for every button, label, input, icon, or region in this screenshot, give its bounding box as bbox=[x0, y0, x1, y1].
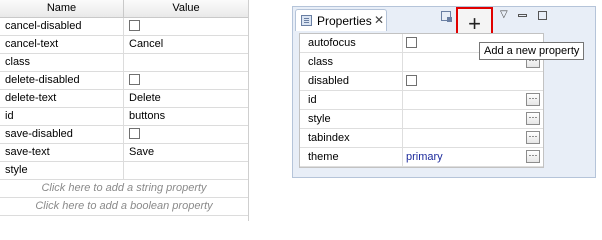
properties-view: Properties ✕ + ▽ autofocus class ··· disabl… bbox=[292, 6, 596, 178]
checkbox[interactable] bbox=[129, 127, 140, 139]
table-row[interactable]: tabindex ··· bbox=[300, 129, 543, 148]
property-checkbox-cell[interactable] bbox=[403, 72, 543, 90]
property-checkbox-cell[interactable] bbox=[124, 126, 248, 143]
add-string-property[interactable]: Click here to add a string property bbox=[0, 180, 248, 198]
tab-label: Properties bbox=[317, 14, 372, 28]
property-value-text: primary bbox=[406, 151, 443, 163]
tab-properties[interactable]: Properties ✕ bbox=[295, 9, 387, 31]
table-row[interactable]: cancel-disabled bbox=[0, 18, 248, 36]
name-column-header[interactable]: Name bbox=[0, 0, 124, 17]
properties-icon bbox=[301, 15, 312, 26]
checkbox[interactable] bbox=[406, 36, 417, 48]
add-boolean-property[interactable]: Click here to add a boolean property bbox=[0, 198, 248, 216]
property-checkbox-cell[interactable] bbox=[124, 72, 248, 89]
property-name: class bbox=[300, 53, 403, 71]
property-name: cancel-disabled bbox=[0, 18, 124, 35]
table-row[interactable]: id buttons bbox=[0, 108, 248, 126]
property-value[interactable]: ··· bbox=[403, 110, 543, 128]
close-icon[interactable]: ✕ bbox=[374, 13, 384, 27]
table-row[interactable]: save-disabled bbox=[0, 126, 248, 144]
ellipsis-button[interactable]: ··· bbox=[526, 131, 540, 144]
property-value[interactable]: ··· bbox=[403, 129, 543, 147]
property-name: save-text bbox=[0, 144, 124, 161]
value-column-header[interactable]: Value bbox=[124, 0, 248, 17]
tooltip: Add a new property bbox=[479, 42, 585, 60]
property-name: tabindex bbox=[300, 129, 403, 147]
properties-grid: Name Value cancel-disabled cancel-text Can… bbox=[0, 0, 249, 221]
property-name: delete-text bbox=[0, 90, 124, 107]
property-name: theme bbox=[300, 148, 403, 166]
property-name: cancel-text bbox=[0, 36, 124, 53]
property-value[interactable]: primary ··· bbox=[403, 148, 543, 166]
property-value[interactable]: buttons bbox=[124, 108, 248, 125]
minimize-icon[interactable] bbox=[518, 14, 527, 17]
table-row[interactable]: class bbox=[0, 54, 248, 72]
table-row[interactable]: style bbox=[0, 162, 248, 180]
grid-rows: cancel-disabled cancel-text Cancel class del… bbox=[0, 18, 248, 180]
view-menu-icon[interactable]: ▽ bbox=[500, 9, 508, 20]
grid-header: Name Value bbox=[0, 0, 248, 18]
checkbox[interactable] bbox=[129, 73, 140, 85]
ellipsis-button[interactable]: ··· bbox=[526, 112, 540, 125]
property-value[interactable]: ··· bbox=[403, 91, 543, 109]
checkbox[interactable] bbox=[129, 19, 140, 31]
ellipsis-button[interactable]: ··· bbox=[526, 93, 540, 106]
ellipsis-button[interactable]: ··· bbox=[526, 150, 540, 163]
table-row[interactable]: disabled bbox=[300, 72, 543, 91]
checkbox[interactable] bbox=[406, 74, 417, 86]
table-row[interactable]: style ··· bbox=[300, 110, 543, 129]
table-row[interactable]: delete-disabled bbox=[0, 72, 248, 90]
table-row[interactable]: save-text Save bbox=[0, 144, 248, 162]
table-row[interactable]: delete-text Delete bbox=[0, 90, 248, 108]
table-row[interactable]: theme primary ··· bbox=[300, 148, 543, 167]
property-value[interactable]: Cancel bbox=[124, 36, 248, 53]
table-row[interactable]: id ··· bbox=[300, 91, 543, 110]
property-name: delete-disabled bbox=[0, 72, 124, 89]
property-value[interactable]: Delete bbox=[124, 90, 248, 107]
property-value[interactable] bbox=[124, 54, 248, 71]
table-row[interactable]: cancel-text Cancel bbox=[0, 36, 248, 54]
property-name: class bbox=[0, 54, 124, 71]
property-checkbox-cell[interactable] bbox=[124, 18, 248, 35]
property-name: id bbox=[300, 91, 403, 109]
property-value[interactable]: Save bbox=[124, 144, 248, 161]
property-name: style bbox=[300, 110, 403, 128]
maximize-icon[interactable] bbox=[538, 11, 547, 20]
property-name: disabled bbox=[300, 72, 403, 90]
property-value[interactable] bbox=[124, 162, 248, 179]
property-name: style bbox=[0, 162, 124, 179]
property-name: autofocus bbox=[300, 34, 403, 52]
property-name: id bbox=[0, 108, 124, 125]
view-settings-icon[interactable] bbox=[441, 11, 452, 22]
property-name: save-disabled bbox=[0, 126, 124, 143]
